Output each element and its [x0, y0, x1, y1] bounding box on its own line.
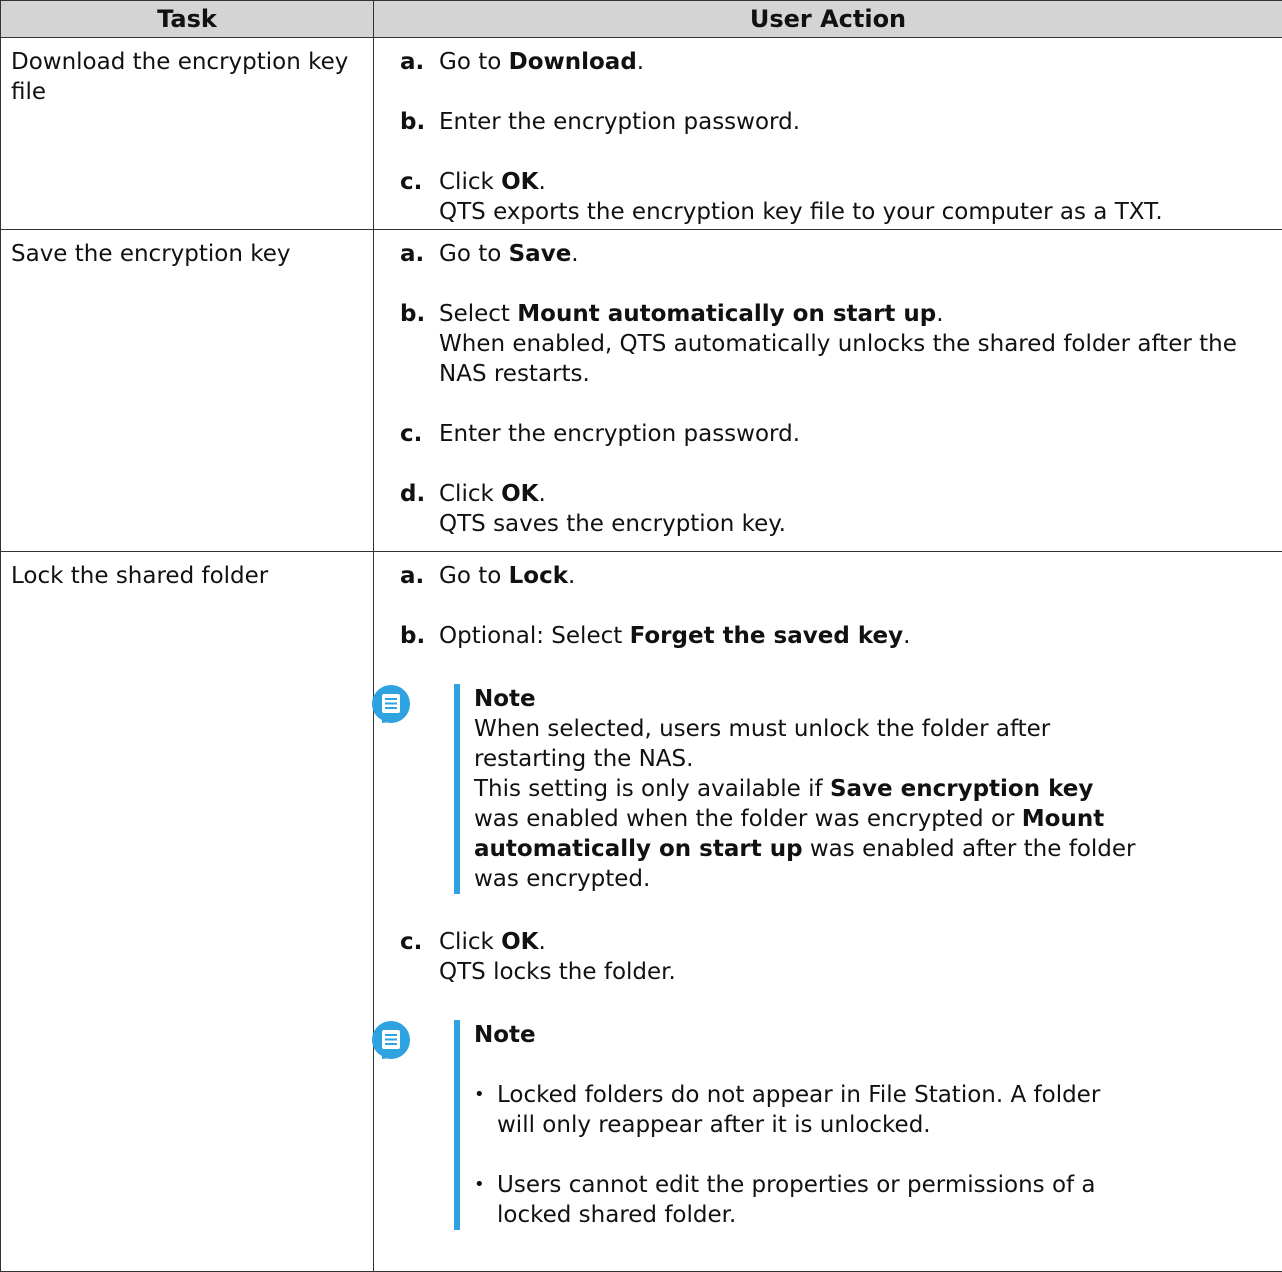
- step: a. Go to Download.: [400, 47, 1270, 77]
- list-item: • Users cannot edit the properties or per…: [474, 1170, 1140, 1230]
- step-text: .: [539, 169, 546, 195]
- step-letter: c.: [400, 927, 439, 987]
- task-table: Task User Action Download the encryption…: [0, 0, 1282, 1272]
- bullet-icon: •: [474, 1170, 485, 1200]
- step-letter: d.: [400, 479, 439, 539]
- step-content: Go to Lock.: [439, 561, 1270, 591]
- step-content: Click OK. QTS saves the encryption key.: [439, 479, 1270, 539]
- step: a. Go to Lock.: [400, 561, 1270, 591]
- step-text: Click: [439, 481, 501, 507]
- bullet-icon: •: [474, 1080, 485, 1110]
- step-content: Click OK. QTS locks the folder.: [439, 927, 1270, 987]
- step-text: .: [903, 623, 910, 649]
- step-content: Go to Download.: [439, 47, 1270, 77]
- step: c. Click OK. QTS exports the encryption k…: [400, 167, 1270, 227]
- task-cell: Download the encryption key file: [1, 38, 374, 230]
- task-cell: Lock the shared folder: [1, 552, 374, 1272]
- note-bullet-list: • Locked folders do not appear in File St…: [474, 1080, 1140, 1230]
- step-text: Select: [439, 301, 517, 327]
- note-keyword: Save encryption key: [830, 776, 1093, 802]
- step-keyword: Save: [509, 241, 572, 267]
- bullet-text: Locked folders do not appear in File Sta…: [497, 1082, 1100, 1138]
- step-result: QTS exports the encryption key file to y…: [439, 199, 1163, 225]
- note-callout: Note When selected, users must unlock th…: [454, 684, 1140, 894]
- step: c. Enter the encryption password.: [400, 419, 1270, 449]
- action-cell: a. Go to Download. b. Enter the encrypti…: [374, 38, 1282, 230]
- step: c. Click OK. QTS locks the folder.: [400, 927, 1270, 987]
- step-text: .: [568, 563, 575, 589]
- step-letter: b.: [400, 299, 439, 389]
- step-keyword: OK: [501, 481, 538, 507]
- note-icon: [371, 1020, 411, 1060]
- action-cell: a. Go to Save. b. Select Mount automatic…: [374, 230, 1282, 552]
- step-content: Go to Save.: [439, 239, 1270, 269]
- table-header-row: Task User Action: [1, 1, 1282, 38]
- step-letter: a.: [400, 561, 439, 591]
- note-icon: [371, 684, 411, 724]
- step: b. Optional: Select Forget the saved key…: [400, 621, 1270, 651]
- step-text: Optional: Select: [439, 623, 630, 649]
- bullet-text: Users cannot edit the properties or perm…: [497, 1172, 1096, 1228]
- step-text: Click: [439, 929, 501, 955]
- step-text: Enter the encryption password.: [439, 419, 1270, 449]
- note-text-part: This setting is only available if: [474, 776, 830, 802]
- step-keyword: Lock: [509, 563, 568, 589]
- step-letter: c.: [400, 167, 439, 227]
- note-text: When selected, users must unlock the fol…: [474, 714, 1140, 774]
- step: a. Go to Save.: [400, 239, 1270, 269]
- step-text: Click: [439, 169, 501, 195]
- step-letter: b.: [400, 107, 439, 137]
- table-row: Save the encryption key a. Go to Save. b…: [1, 230, 1282, 552]
- step-keyword: OK: [501, 169, 538, 195]
- step-text: Go to: [439, 563, 509, 589]
- step-content: Optional: Select Forget the saved key.: [439, 621, 1270, 651]
- step-result: QTS saves the encryption key.: [439, 511, 786, 537]
- step-content: Select Mount automatically on start up. W…: [439, 299, 1270, 389]
- step-text: .: [539, 481, 546, 507]
- action-cell: a. Go to Lock. b. Optional: Select Forge…: [374, 552, 1282, 1272]
- note-callout: Note • Locked folders do not appear in Fi…: [454, 1020, 1140, 1230]
- step-text: .: [571, 241, 578, 267]
- step: b. Select Mount automatically on start u…: [400, 299, 1270, 389]
- step-keyword: Mount automatically on start up: [517, 301, 936, 327]
- step-text: Enter the encryption password.: [439, 107, 1270, 137]
- step-result: QTS locks the folder.: [439, 959, 676, 985]
- step-keyword: OK: [501, 929, 538, 955]
- step-letter: a.: [400, 47, 439, 77]
- step-text: Go to: [439, 49, 509, 75]
- step: b. Enter the encryption password.: [400, 107, 1270, 137]
- note-text: This setting is only available if Save e…: [474, 774, 1140, 894]
- step: d. Click OK. QTS saves the encryption key…: [400, 479, 1270, 539]
- step-text: .: [539, 929, 546, 955]
- note-title: Note: [474, 1020, 1140, 1050]
- task-cell: Save the encryption key: [1, 230, 374, 552]
- list-item: • Locked folders do not appear in File St…: [474, 1080, 1140, 1140]
- step-text: .: [637, 49, 644, 75]
- header-task: Task: [1, 1, 374, 38]
- note-title: Note: [474, 684, 1140, 714]
- step-text: Go to: [439, 241, 509, 267]
- note-text-part: was enabled when the folder was encrypte…: [474, 806, 1022, 832]
- step-letter: b.: [400, 621, 439, 651]
- header-user-action: User Action: [374, 1, 1282, 38]
- step-keyword: Download: [509, 49, 637, 75]
- table-row: Download the encryption key file a. Go t…: [1, 38, 1282, 230]
- step-content: Click OK. QTS exports the encryption key …: [439, 167, 1270, 227]
- step-letter: a.: [400, 239, 439, 269]
- step-text: .: [936, 301, 943, 327]
- step-result: When enabled, QTS automatically unlocks …: [439, 331, 1237, 387]
- step-letter: c.: [400, 419, 439, 449]
- table-row: Lock the shared folder a. Go to Lock. b.…: [1, 552, 1282, 1272]
- step-keyword: Forget the saved key: [630, 623, 904, 649]
